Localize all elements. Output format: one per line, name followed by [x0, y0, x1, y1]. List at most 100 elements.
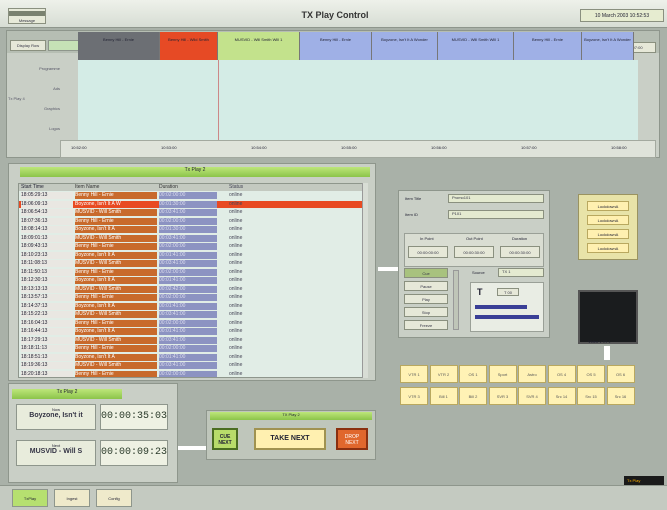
segment-2[interactable]: MUSVID - Will Smith Will 1: [218, 32, 300, 60]
row-item-name: Boyzone, Isn't It A: [75, 353, 157, 361]
mode-cue-button[interactable]: Cue: [404, 268, 448, 278]
segment-6[interactable]: Benny Hill - Ernie: [514, 32, 582, 60]
mode-stop-button[interactable]: Stop: [404, 307, 448, 317]
lockdown-item[interactable]: LockdownA: [587, 229, 629, 239]
playlist-scrollbar[interactable]: [362, 183, 368, 378]
playlist-table[interactable]: Start Time Item Name Duration Status 18:…: [18, 183, 368, 378]
segment-0[interactable]: Benny Hill - Ernie: [78, 32, 160, 60]
source-button[interactable]: SVR 4: [518, 387, 546, 405]
source-button[interactable]: OS 5: [577, 365, 605, 383]
table-row[interactable]: 18:18:51:13 Boyzone, Isn't It A 00:01:41:0…: [19, 353, 367, 361]
table-row[interactable]: 18:06:09:13 Boyzone, Isn't It A W 00:01:30…: [19, 200, 367, 208]
source-button[interactable]: OS 4: [547, 365, 576, 383]
table-row[interactable]: 18:16:44:13 Boyzone, Isn't It A 00:01:41:0…: [19, 328, 367, 335]
in-point-label: In Point: [420, 236, 434, 241]
source-button[interactable]: Src 16: [606, 387, 635, 405]
playlist-title: Tx Play 2: [20, 167, 370, 177]
row-item-name: Benny Hill - Ernie: [75, 217, 157, 225]
item-title-field[interactable]: Promo101: [448, 194, 544, 203]
row-duration: 00:02:00:00: [159, 294, 217, 301]
mode-slider[interactable]: [453, 270, 459, 330]
text-tool-icon[interactable]: T: [477, 287, 483, 297]
col-item-name[interactable]: Item Name: [75, 184, 157, 191]
table-row[interactable]: 18:13:13:13 MUSVID - Will Smith 00:02:42:0…: [19, 285, 367, 293]
source-button[interactable]: Astro: [518, 365, 546, 383]
source-button[interactable]: Sport: [488, 365, 517, 383]
source-button[interactable]: Src 15: [577, 387, 605, 405]
tab-ingest[interactable]: Ingest: [54, 489, 90, 507]
table-row[interactable]: 18:07:36:13 Benny Hill - Ernie 00:02:00:00…: [19, 217, 367, 225]
row-duration: 00:03:41:00: [159, 260, 217, 267]
item-id-field[interactable]: P101: [448, 210, 544, 219]
table-row[interactable]: 18:11:08:13 MUSVID - Will Smith 00:03:41:0…: [19, 260, 367, 267]
row-item-name: Benny Hill - Ernie: [75, 370, 157, 377]
table-row[interactable]: 18:05:29:13 Benny Hill - Ernie 00:02:00:00…: [19, 192, 367, 199]
segment-7[interactable]: Boyzone, Isn't It A Wonder: [582, 32, 634, 60]
table-row[interactable]: 18:09:01:13 MUSVID - Will Smith 00:03:41:0…: [19, 234, 367, 242]
tab-txplay[interactable]: TxPlay: [12, 489, 48, 507]
duration-field[interactable]: 00:00:30:00: [500, 246, 540, 258]
source-button[interactable]: OS 6: [606, 365, 635, 383]
tab-config[interactable]: Config: [96, 489, 132, 507]
mode-pause-button[interactable]: Pause: [404, 281, 448, 291]
table-row[interactable]: 18:12:30:13 Boyzone, Isn't It A 00:01:41:0…: [19, 277, 367, 284]
table-row[interactable]: 18:06:54:13 MUSVID - Will Smith 00:03:41:0…: [19, 209, 367, 216]
segment-1[interactable]: Benny Hill - Wild Smith: [160, 32, 218, 60]
row-item-name: MUSVID - Will Smith: [75, 362, 157, 369]
now-next-title: Tx Play 2: [12, 389, 122, 399]
text-bar-2: [475, 315, 539, 319]
table-row[interactable]: 18:20:18:13 Benny Hill - Ernie 00:02:00:00…: [19, 370, 367, 377]
out-point-field[interactable]: 00:00:30:00: [454, 246, 494, 258]
row-start-time: 18:18:51:13: [21, 353, 73, 361]
message-button[interactable]: Message: [8, 8, 46, 24]
table-row[interactable]: 18:17:29:13 MUSVID - Will Smith 00:03:41:0…: [19, 336, 367, 344]
row-item-name: MUSVID - Will Smith: [75, 260, 157, 267]
col-status[interactable]: Status: [229, 184, 359, 191]
table-row[interactable]: 18:16:04:13 Benny Hill - Ernie 00:02:00:00…: [19, 319, 367, 327]
source-button[interactable]: OS 1: [459, 365, 487, 383]
in-point-field[interactable]: 00:00:00:00: [408, 246, 448, 258]
text-size-field[interactable]: T 00: [497, 288, 519, 296]
table-row[interactable]: 18:19:36:13 MUSVID - Will Smith 00:03:41:0…: [19, 362, 367, 369]
segment-5[interactable]: MUSVID - Will Smith Will 1: [438, 32, 514, 60]
table-row[interactable]: 18:09:43:13 Benny Hill - Ernie 00:02:00:00…: [19, 243, 367, 250]
source-button[interactable]: VTR 1: [400, 365, 428, 383]
col-duration[interactable]: Duration: [159, 184, 217, 191]
take-next-button[interactable]: TAKE NEXT: [254, 428, 326, 450]
row-start-time: 18:11:08:13: [21, 260, 73, 267]
row-duration: 00:03:41:00: [159, 209, 217, 216]
row-status: online: [229, 311, 243, 317]
lockdown-item[interactable]: LockdownA: [587, 215, 629, 225]
lockdown-item[interactable]: LockdownA: [587, 201, 629, 211]
mode-freeze-button[interactable]: Freeze: [404, 320, 448, 330]
lockdown-item[interactable]: LockdownA: [587, 243, 629, 253]
table-row[interactable]: 18:18:11:13 Benny Hill - Ernie 00:02:00:00…: [19, 345, 367, 352]
item-title-label: Item Title: [405, 196, 422, 201]
table-row[interactable]: 18:08:14:13 Boyzone, Isn't It A 00:01:30:0…: [19, 226, 367, 233]
source-button[interactable]: SVR 3: [488, 387, 517, 405]
mode-play-button[interactable]: Play: [404, 294, 448, 304]
source-field[interactable]: TX 1: [498, 268, 544, 277]
table-row[interactable]: 18:13:57:13 Benny Hill - Ernie 00:02:00:00…: [19, 294, 367, 301]
cue-next-button[interactable]: CUE NEXT: [212, 428, 238, 450]
row-item-name: Benny Hill - Ernie: [75, 294, 157, 301]
segment-4[interactable]: Boyzone, Isn't It A Wonder: [372, 32, 438, 60]
table-row[interactable]: 18:11:50:13 Benny Hill - Ernie 00:02:00:00…: [19, 268, 367, 276]
source-button[interactable]: Src 14: [547, 387, 576, 405]
table-row[interactable]: 18:15:22:13 MUSVID - Will Smith 00:03:41:0…: [19, 311, 367, 318]
drop-next-button[interactable]: DROP NEXT: [336, 428, 368, 450]
timeline-ruler[interactable]: 10:52:00 10:53:00 10:54:00 10:55:00 10:5…: [60, 140, 656, 158]
segment-3[interactable]: Benny Hill - Ernie: [300, 32, 372, 60]
row-label-programme: Programme: [39, 66, 60, 71]
timeline-grid[interactable]: [78, 60, 638, 144]
source-button[interactable]: Bill 2: [459, 387, 487, 405]
display-row-button[interactable]: Display Row: [10, 40, 46, 51]
source-button[interactable]: VTR 2: [429, 365, 458, 383]
next-time: 00:00:09:23: [100, 440, 168, 466]
table-row[interactable]: 18:14:37:13 Boyzone, Isn't It A 00:01:41:0…: [19, 302, 367, 310]
source-button[interactable]: VTR 3: [400, 387, 428, 405]
source-button[interactable]: Bill 1: [429, 387, 458, 405]
table-row[interactable]: 18:10:23:13 Boyzone, Isn't It A 00:01:41:0…: [19, 251, 367, 259]
next-box: Next MUSVID - Will S: [16, 440, 96, 466]
col-start-time[interactable]: Start Time: [21, 184, 73, 191]
